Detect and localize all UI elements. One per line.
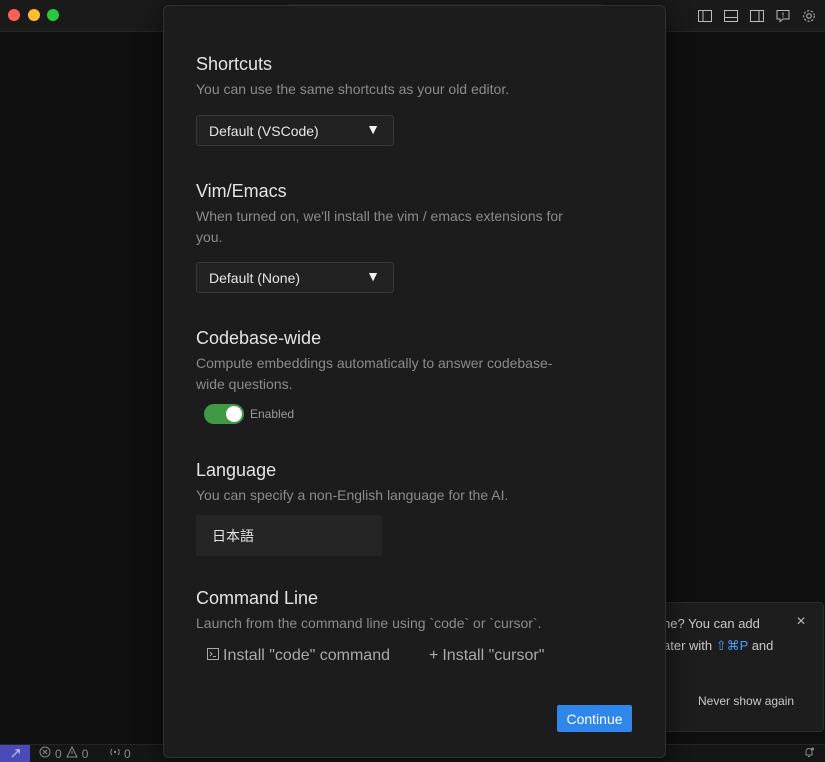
- shortcuts-title: Shortcuts: [196, 54, 273, 74]
- toggle-knob: [226, 406, 242, 422]
- vim-emacs-select-value: Default (None): [209, 270, 301, 286]
- toast-line2-suffix: and: [748, 638, 774, 653]
- codebase-toggle-label: Enabled: [250, 407, 295, 421]
- shortcuts-section: Shortcuts You can use the same shortcuts…: [196, 53, 636, 100]
- toast-shortcut: ⇧⌘P: [715, 638, 749, 653]
- layout-controls: [695, 6, 819, 26]
- remote-icon[interactable]: [0, 745, 30, 762]
- language-input[interactable]: [196, 515, 382, 556]
- install-code-command-button[interactable]: Install "code" command: [207, 647, 390, 665]
- vim-emacs-section: Vim/Emacs When turned on, we'll install …: [196, 180, 636, 248]
- error-icon: [39, 746, 51, 761]
- vim-emacs-select[interactable]: Default (None) ▼: [196, 262, 394, 293]
- install-cursor-label: Install "cursor": [442, 647, 545, 664]
- language-title: Language: [196, 460, 277, 480]
- codebase-toggle-row: Enabled: [204, 404, 294, 424]
- language-section: Language You can specify a non-English l…: [196, 459, 636, 506]
- command-line-title: Command Line: [196, 588, 319, 608]
- toast-message-line2: ater with ⇧⌘P and: [663, 638, 773, 654]
- codebase-description: Compute embeddings automatically to answ…: [196, 355, 553, 392]
- sidebar-left-icon[interactable]: [695, 6, 715, 26]
- shortcuts-select[interactable]: Default (VSCode) ▼: [196, 115, 394, 146]
- shortcuts-description: You can use the same shortcuts as your o…: [196, 81, 510, 97]
- panel-bottom-icon[interactable]: [721, 6, 741, 26]
- chevron-down-icon: ▼: [366, 121, 380, 137]
- vim-emacs-title: Vim/Emacs: [196, 181, 287, 201]
- language-description: You can specify a non-English language f…: [196, 487, 509, 503]
- minimize-window-button[interactable]: [28, 9, 40, 21]
- error-count: 0: [55, 746, 62, 761]
- warning-icon: [65, 745, 78, 761]
- install-cursor-command-button[interactable]: + Install "cursor": [429, 647, 544, 665]
- never-show-again-button[interactable]: Never show again: [698, 694, 794, 708]
- ports-indicator[interactable]: 0: [109, 746, 131, 761]
- gear-icon[interactable]: [799, 6, 819, 26]
- plus-icon: +: [429, 647, 439, 664]
- codebase-section: Codebase-wide Compute embeddings automat…: [196, 327, 636, 395]
- codebase-title: Codebase-wide: [196, 328, 322, 348]
- command-line-description: Launch from the command line using `code…: [196, 615, 542, 631]
- sidebar-right-icon[interactable]: [747, 6, 767, 26]
- terminal-icon: [207, 647, 219, 665]
- shortcuts-select-value: Default (VSCode): [209, 123, 319, 139]
- command-line-section: Command Line Launch from the command lin…: [196, 587, 636, 634]
- broadcast-icon: [109, 746, 121, 761]
- feedback-icon[interactable]: [773, 6, 793, 26]
- vim-emacs-description: When turned on, we'll install the vim / …: [196, 208, 563, 245]
- onboarding-modal: Shortcuts You can use the same shortcuts…: [163, 5, 666, 758]
- zoom-window-button[interactable]: [47, 9, 59, 21]
- ports-count: 0: [124, 746, 131, 761]
- problems-indicator[interactable]: 0 0: [39, 745, 89, 761]
- codebase-toggle[interactable]: [204, 404, 244, 424]
- install-code-label: Install "code" command: [223, 647, 390, 664]
- close-icon[interactable]: ×: [794, 614, 808, 630]
- bell-icon[interactable]: [803, 746, 815, 761]
- close-window-button[interactable]: [8, 9, 20, 21]
- toast-line2-prefix: ater with: [663, 638, 716, 653]
- toast-message-line1: ne? You can add: [663, 616, 760, 631]
- continue-button[interactable]: Continue: [557, 705, 632, 732]
- chevron-down-icon: ▼: [366, 268, 380, 284]
- warning-count: 0: [81, 746, 89, 761]
